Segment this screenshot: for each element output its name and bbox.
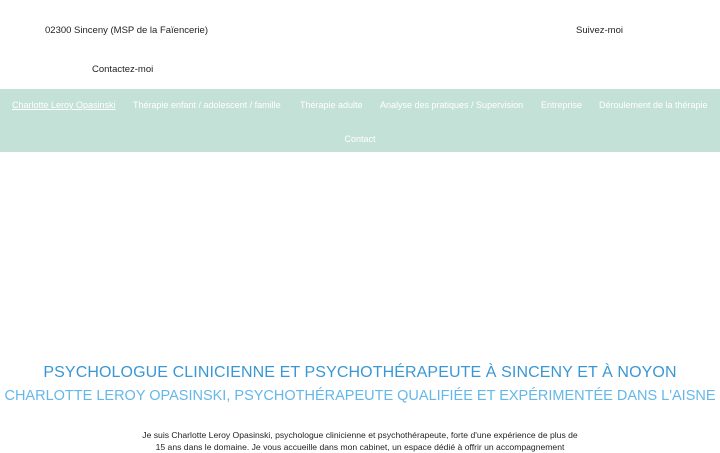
nav-item-deroulement[interactable]: Déroulement de la thérapie bbox=[599, 100, 708, 110]
nav-item-analyse-pratiques[interactable]: Analyse des pratiques / Supervision bbox=[380, 100, 523, 110]
main-navigation: Charlotte Leroy Opasinski Thérapie enfan… bbox=[0, 89, 720, 152]
hero-area bbox=[0, 152, 720, 357]
intro-line: 15 ans dans le domaine. Je vous accueill… bbox=[120, 442, 600, 453]
nav-item-entreprise[interactable]: Entreprise bbox=[541, 100, 582, 110]
follow-me-link[interactable]: Suivez-moi bbox=[576, 25, 623, 36]
nav-item-contact[interactable]: Contact bbox=[344, 134, 375, 144]
contact-me-link[interactable]: Contactez-moi bbox=[92, 64, 153, 75]
top-bar: 02300 Sinceny (MSP de la Faïencerie) Sui… bbox=[0, 0, 720, 89]
nav-item-therapie-adulte[interactable]: Thérapie adulte bbox=[300, 100, 363, 110]
nav-row: Charlotte Leroy Opasinski Thérapie enfan… bbox=[0, 100, 720, 114]
nav-row: Contact bbox=[0, 129, 720, 147]
nav-item-therapie-enfant[interactable]: Thérapie enfant / adolescent / famille bbox=[133, 100, 281, 110]
nav-item-charlotte-leroy-opasinski[interactable]: Charlotte Leroy Opasinski bbox=[12, 100, 116, 110]
page-subtitle: CHARLOTTE LEROY OPASINSKI, PSYCHOTHÉRAPE… bbox=[0, 388, 720, 404]
address-text: 02300 Sinceny (MSP de la Faïencerie) bbox=[45, 25, 208, 36]
intro-line: Je suis Charlotte Leroy Opasinski, psych… bbox=[120, 430, 600, 442]
page-title: PSYCHOLOGUE CLINICIENNE ET PSYCHOTHÉRAPE… bbox=[0, 364, 720, 382]
